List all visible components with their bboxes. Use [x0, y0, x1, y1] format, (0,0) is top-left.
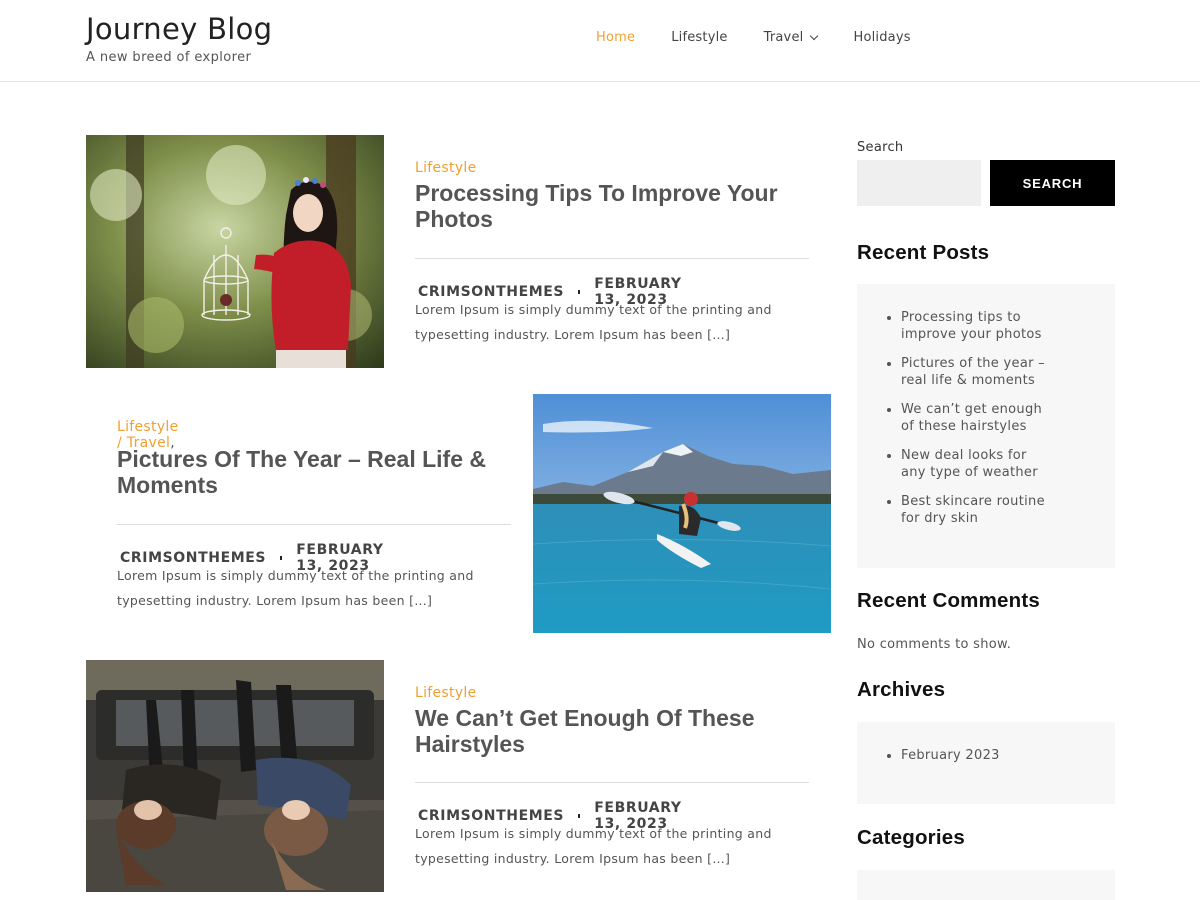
archives-heading: Archives	[857, 678, 946, 701]
recent-post-link[interactable]: Best skincare routine for dry skin	[857, 494, 1047, 527]
meta-separator	[578, 814, 581, 818]
recent-post-link[interactable]: New deal looks for any type of weather	[857, 448, 1047, 481]
no-comments-text: No comments to show.	[857, 637, 1012, 652]
nav-travel-label: Travel	[763, 30, 804, 45]
kayak-lake-image	[533, 394, 831, 633]
post-thumbnail[interactable]	[86, 660, 384, 892]
post-thumbnail[interactable]	[533, 394, 831, 633]
recent-post-link[interactable]: We can’t get enough of these hairstyles	[857, 402, 1047, 435]
nav-home-label: Home	[596, 30, 636, 45]
archives-box: February 2023	[857, 722, 1115, 804]
site-title[interactable]: Journey Blog	[86, 12, 272, 46]
nav-lifestyle-label: Lifestyle	[671, 30, 728, 45]
search-label: Search	[857, 140, 904, 155]
archive-link[interactable]: February 2023	[857, 748, 1115, 765]
nav-holidays[interactable]: Holidays	[853, 30, 910, 45]
categories-heading: Categories	[857, 826, 965, 849]
category-link[interactable]: Lifestyle	[117, 419, 179, 435]
divider	[415, 782, 809, 783]
post-excerpt: Lorem Ipsum is simply dummy text of the …	[415, 302, 772, 342]
search-input[interactable]	[857, 160, 981, 206]
nav-lifestyle[interactable]: Lifestyle	[671, 30, 727, 45]
recent-post-link[interactable]: Processing tips to improve your photos	[857, 310, 1047, 343]
recent-posts-heading: Recent Posts	[857, 241, 990, 264]
search-button[interactable]: SEARCH	[990, 160, 1115, 206]
women-on-car-image	[86, 660, 384, 892]
post-category: Lifestyle	[415, 685, 477, 701]
main-nav: Home Lifestyle Travel Holidays	[596, 30, 947, 45]
category-link[interactable]: Lifestyle	[415, 160, 477, 176]
meta-separator	[578, 290, 581, 294]
post-title[interactable]: We Can’t Get Enough Of These Hairstyles	[415, 705, 815, 757]
post-excerpt: Lorem Ipsum is simply dummy text of the …	[117, 568, 474, 608]
recent-posts-list: Processing tips to improve your photos P…	[857, 310, 1115, 527]
post-excerpt: Lorem Ipsum is simply dummy text of the …	[415, 826, 772, 866]
post-category: Lifestyle	[415, 160, 477, 176]
site-tagline: A new breed of explorer	[86, 50, 252, 65]
divider	[415, 258, 809, 259]
recent-posts-box: Processing tips to improve your photos P…	[857, 284, 1115, 568]
recent-post-link[interactable]: Pictures of the year – real life & momen…	[857, 356, 1047, 389]
nav-home[interactable]: Home	[596, 30, 635, 45]
chevron-down-icon[interactable]	[810, 31, 819, 40]
archives-list: February 2023	[857, 748, 1115, 765]
meta-separator	[280, 556, 283, 560]
post-thumbnail[interactable]	[86, 135, 384, 368]
recent-comments-heading: Recent Comments	[857, 589, 1040, 612]
category-link[interactable]: Lifestyle	[415, 685, 477, 701]
categories-box	[857, 870, 1115, 900]
nav-travel[interactable]: Travel	[763, 30, 819, 45]
divider	[117, 524, 511, 525]
post-title[interactable]: Processing Tips To Improve Your Photos	[415, 180, 815, 232]
girl-with-birdcage-image	[86, 135, 384, 368]
nav-holidays-label: Holidays	[853, 30, 911, 45]
post-title[interactable]: Pictures Of The Year – Real Life & Momen…	[117, 446, 512, 498]
site-header: Journey Blog A new breed of explorer Hom…	[0, 0, 1200, 82]
